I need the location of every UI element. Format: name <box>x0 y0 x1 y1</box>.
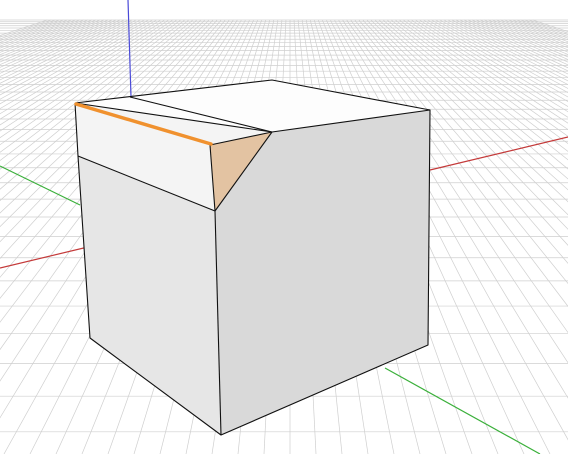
grid-line <box>0 19 64 43</box>
grid-line <box>463 19 568 69</box>
y-axis-line-near <box>384 367 541 454</box>
scene-canvas[interactable] <box>0 0 568 454</box>
grid-line <box>504 19 568 45</box>
grid-line <box>0 19 60 41</box>
grid-line <box>455 19 568 75</box>
grid-line <box>0 19 88 56</box>
3d-viewport[interactable] <box>0 0 568 454</box>
grid-line <box>411 19 568 124</box>
grid-line <box>0 19 84 53</box>
box-model[interactable] <box>74 79 431 436</box>
x-axis-line-far <box>429 136 568 171</box>
grid-line <box>484 19 568 55</box>
grid-line <box>0 19 92 58</box>
grid-line <box>459 19 568 72</box>
grid-line <box>512 19 568 41</box>
x-axis-line <box>0 245 93 269</box>
grid-line <box>443 19 568 86</box>
grid-line <box>431 19 568 98</box>
grid-line <box>0 19 56 40</box>
